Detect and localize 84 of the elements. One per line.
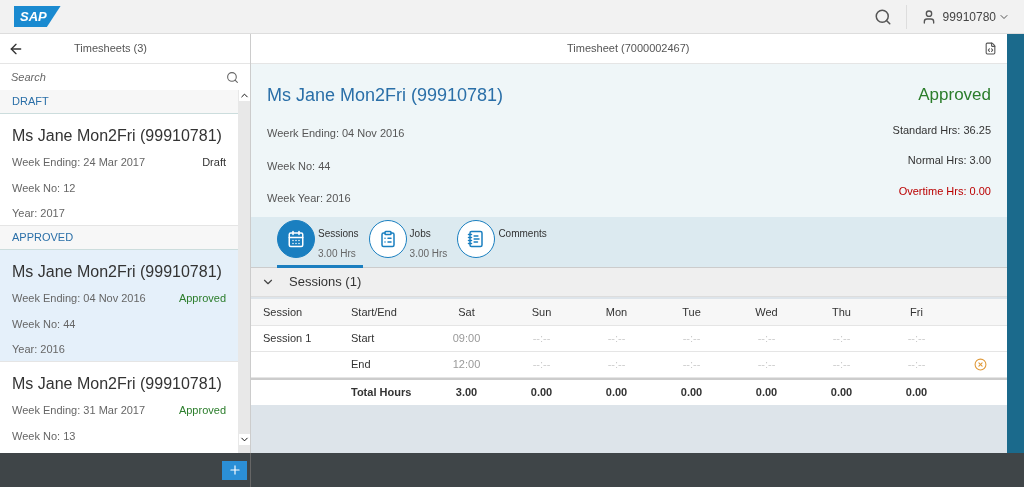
column-header: Thu — [832, 304, 851, 320]
employee-name: Ms Jane Mon2Fri (99910781) — [12, 126, 223, 146]
table-cell: Session 1 — [263, 332, 312, 345]
status-text: Approved — [178, 291, 226, 306]
time-cell-text: --:-- — [757, 331, 776, 347]
time-cell-text: --:-- — [907, 357, 926, 373]
timesheet-list-item[interactable]: Ms Jane Mon2Fri (99910781) Week Ending: 04 Nov 2016 Approved Week No: 44 Year: 2016 — [0, 250, 238, 362]
week-ending: Week Ending: 04 Nov 2016 — [12, 291, 146, 306]
add-button[interactable] — [222, 460, 247, 480]
column-header: Sun — [531, 304, 552, 320]
employee-name: Ms Jane Mon2Fri (99910781) — [12, 374, 223, 394]
object-title: Ms Jane Mon2Fri (99910781) — [267, 84, 505, 107]
tab-label: Jobs — [409, 227, 432, 241]
hours-stat: Standard Hrs: 36.25 — [892, 122, 991, 138]
scroll-down-icon[interactable] — [238, 434, 250, 445]
time-cell-text: --:-- — [532, 331, 551, 347]
year: Year: 2017 — [12, 206, 66, 221]
hours-stat: Normal Hrs: 3.00 — [907, 153, 991, 168]
time-cell-text: --:-- — [532, 357, 551, 373]
time-cell-text: 12:00 — [452, 357, 481, 373]
column-header: Session — [262, 304, 303, 320]
tab-label: Sessions — [318, 227, 359, 241]
time-cell-text: --:-- — [682, 357, 701, 373]
time-cell-text: --:-- — [832, 331, 851, 347]
tab-icon — [378, 230, 397, 248]
total-cell-text: 0.00 — [530, 385, 553, 401]
detail-title: Timesheet (7000002467) — [567, 41, 691, 57]
scroll-up-icon[interactable] — [238, 90, 250, 101]
status-text: Approved — [178, 403, 226, 418]
icon-tab[interactable]: Comments — [457, 220, 551, 268]
tab-icon — [287, 230, 305, 248]
total-cell-text: 0.00 — [605, 385, 628, 401]
tab-icon — [467, 230, 486, 248]
column-header: Fri — [910, 304, 923, 320]
column-header: Tue — [682, 304, 701, 320]
total-cell-text: 0.00 — [830, 385, 853, 401]
status-text: Draft — [202, 155, 226, 170]
year: Year: 2016 — [12, 342, 66, 357]
group-header: DRAFT — [0, 90, 238, 114]
search-icon[interactable] — [873, 7, 892, 26]
object-attribute: Week No: 44 — [267, 158, 332, 174]
column-header: Wed — [755, 304, 778, 320]
time-cell-text: --:-- — [907, 331, 926, 347]
column-header: Mon — [605, 304, 628, 320]
user-id[interactable]: 99910780 — [942, 7, 996, 26]
tab-count: 3.00 Hrs — [318, 247, 357, 261]
document-code-icon[interactable] — [984, 42, 997, 55]
total-label: Total Hours — [350, 385, 412, 401]
search-icon[interactable] — [226, 70, 239, 84]
column-header: Sat — [458, 304, 475, 320]
time-cell-text: --:-- — [832, 357, 851, 373]
week-ending: Week Ending: 31 Mar 2017 — [12, 403, 146, 418]
scrollbar[interactable] — [238, 90, 250, 453]
icon-tab[interactable]: Jobs 3.00 Hrs — [368, 220, 452, 268]
object-attribute: Week Year: 2016 — [267, 191, 352, 206]
time-cell-text: --:-- — [607, 357, 626, 373]
time-cell-text: --:-- — [682, 331, 701, 347]
section-title: Sessions (1) — [289, 273, 362, 292]
tab-label: Comments — [498, 227, 547, 241]
total-cell-text: 0.00 — [755, 385, 778, 401]
sap-logo[interactable]: SAP — [14, 5, 61, 28]
week-number: Week No: 44 — [12, 316, 77, 332]
object-status: Approved — [918, 84, 991, 106]
total-cell-text: 0.00 — [680, 385, 703, 401]
group-header: APPROVED — [0, 226, 238, 250]
week-ending: Week Ending: 24 Mar 2017 — [12, 155, 146, 170]
total-cell-text: 0.00 — [905, 385, 928, 401]
list-title: Timesheets (3) — [74, 41, 147, 57]
column-header: Start/End — [350, 304, 397, 320]
table-cell-text: End — [350, 357, 371, 373]
tab-count: 3.00 Hrs — [409, 247, 448, 261]
hours-stat: Overtime Hrs: 0.00 — [898, 183, 991, 199]
section-header[interactable]: Sessions (1) — [251, 268, 1007, 297]
table-cell-text: Start — [350, 331, 375, 347]
total-cell-text: 3.00 — [455, 385, 478, 401]
week-number: Week No: 12 — [12, 180, 77, 196]
time-cell-text: 09:00 — [452, 331, 481, 347]
time-cell-text: --:-- — [757, 357, 776, 373]
plus-icon — [227, 463, 242, 477]
week-number: Week No: 13 — [12, 428, 77, 444]
object-attribute: Weerk Ending: 04 Nov 2016 — [267, 126, 406, 141]
search-field[interactable]: Search — [11, 68, 226, 86]
employee-name: Ms Jane Mon2Fri (99910781) — [12, 262, 223, 282]
time-cell-text: --:-- — [607, 331, 626, 347]
